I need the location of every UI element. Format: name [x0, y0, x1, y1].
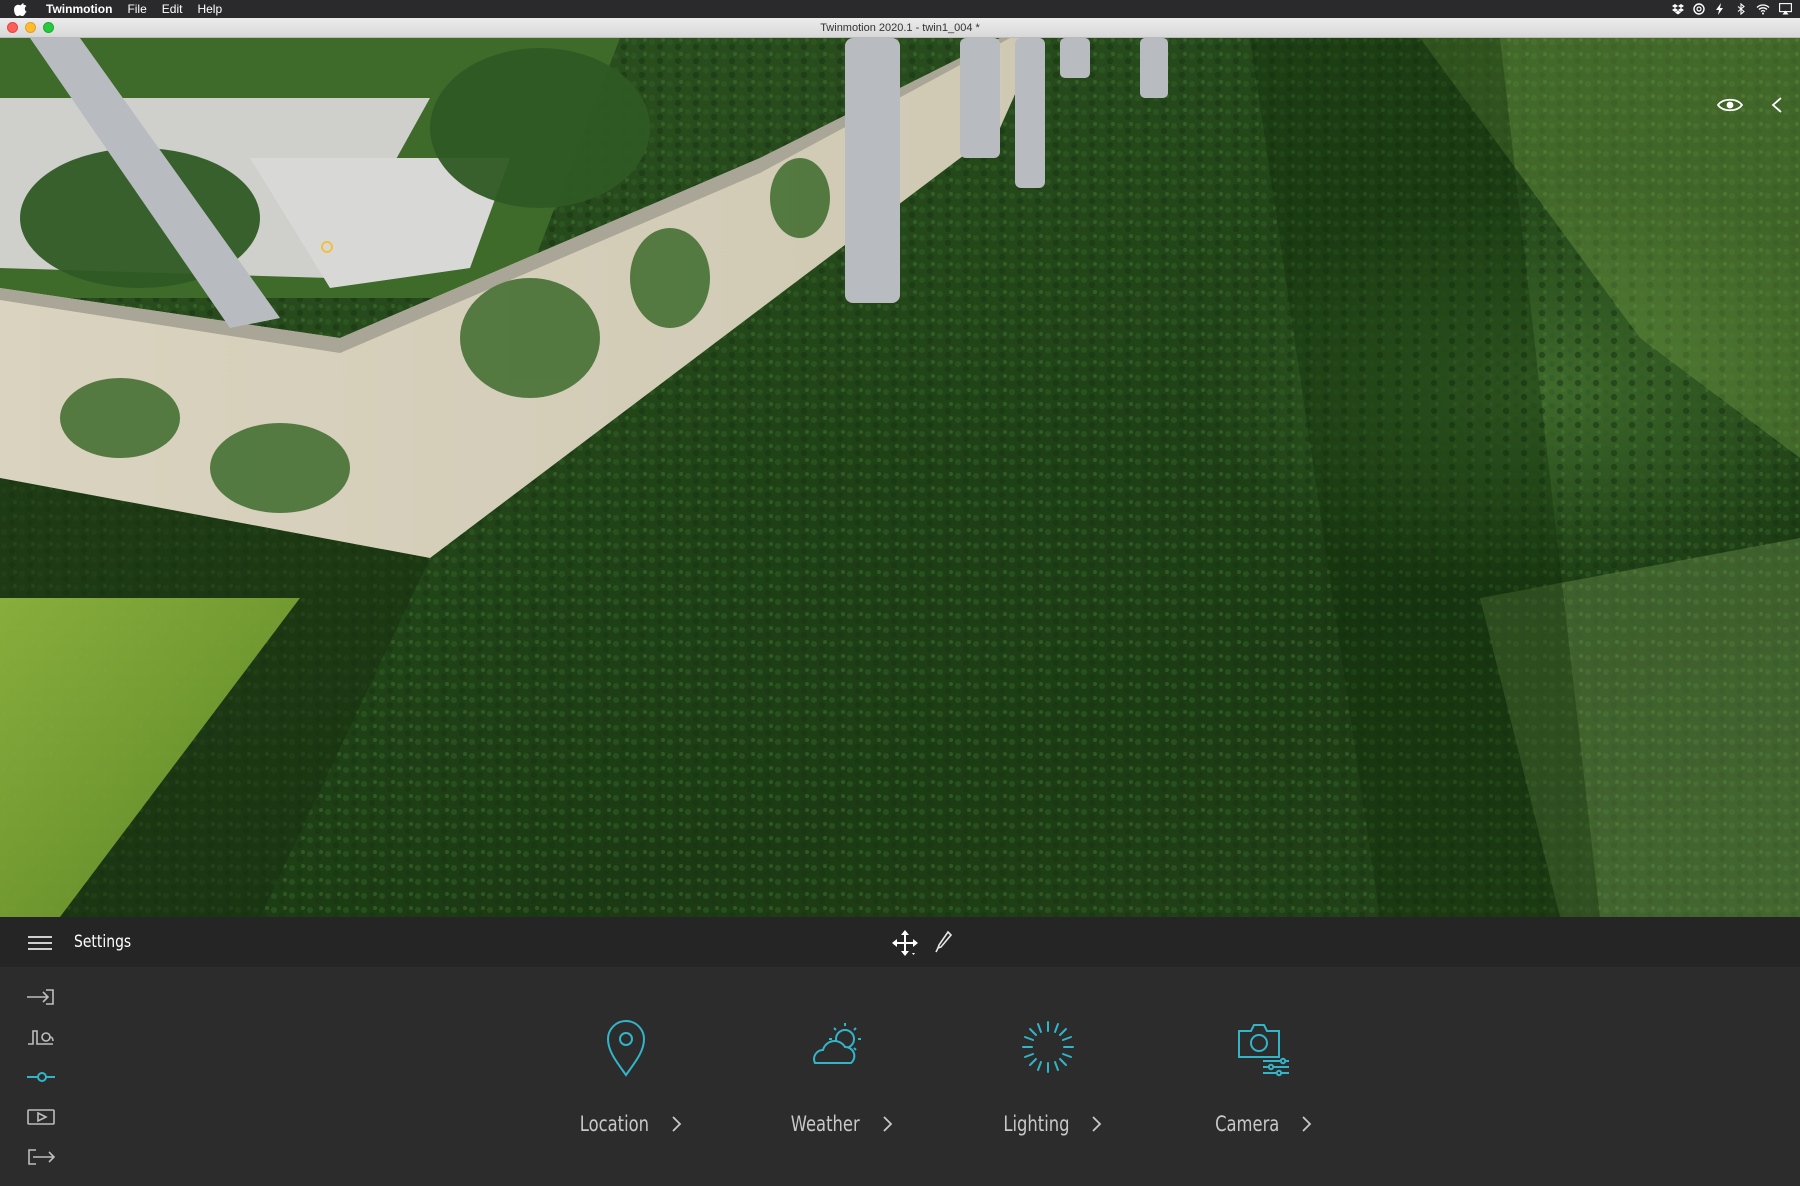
- weather-label: Weather: [790, 1112, 860, 1136]
- lighting-label-row: Lighting: [948, 1109, 1148, 1139]
- location-label: Location: [579, 1112, 649, 1136]
- camera-label-row: Camera: [1159, 1109, 1359, 1139]
- eyedropper-icon[interactable]: [935, 930, 953, 954]
- chevron-right-icon: [1092, 1116, 1102, 1132]
- lighting-card[interactable]: Lighting: [948, 1017, 1148, 1157]
- window-controls: [7, 22, 54, 33]
- settings-cards: Location Weather Lighting Camera: [0, 967, 1800, 1186]
- minimize-window-button[interactable]: [25, 22, 36, 33]
- location-label-row: Location: [526, 1109, 726, 1139]
- panel-title: Settings: [74, 932, 132, 952]
- toolbar: Settings: [0, 917, 1800, 967]
- camera-icon: [1238, 1024, 1289, 1077]
- settings-panel: Location Weather Lighting Camera: [0, 967, 1800, 1186]
- menu-bar: Twinmotion File Edit Help: [0, 0, 1800, 18]
- maximize-window-button[interactable]: [43, 22, 54, 33]
- wifi-icon[interactable]: [1756, 3, 1770, 15]
- chevron-right-icon: [883, 1116, 893, 1132]
- airplay-icon[interactable]: [1779, 3, 1792, 15]
- dropbox-icon[interactable]: [1672, 3, 1684, 15]
- hamburger-menu-icon[interactable]: [28, 935, 52, 951]
- eye-icon[interactable]: [1716, 96, 1744, 114]
- bluetooth-icon[interactable]: [1735, 3, 1747, 15]
- menu-file[interactable]: File: [127, 0, 146, 18]
- location-pin-icon: [606, 1020, 646, 1077]
- weather-label-row: Weather: [737, 1109, 937, 1139]
- chevron-right-icon: [672, 1116, 682, 1132]
- camera-card[interactable]: Camera: [1159, 1017, 1359, 1157]
- weather-icon: [813, 1023, 861, 1064]
- status-icons: [1672, 0, 1792, 18]
- bolt-icon[interactable]: [1714, 3, 1726, 15]
- camera-label: Camera: [1214, 1112, 1280, 1136]
- apple-icon[interactable]: [14, 2, 28, 16]
- 3d-viewport[interactable]: [0, 38, 1800, 917]
- close-window-button[interactable]: [7, 22, 18, 33]
- weather-card[interactable]: Weather: [737, 1017, 937, 1157]
- scene-render: [0, 38, 1800, 917]
- location-card[interactable]: Location: [526, 1017, 726, 1157]
- window-title-bar: Twinmotion 2020.1 - twin1_004 *: [0, 18, 1800, 38]
- move-icon[interactable]: [891, 929, 919, 957]
- chevron-right-icon: [1302, 1116, 1312, 1132]
- creative-cloud-icon[interactable]: [1693, 3, 1705, 15]
- window-title: Twinmotion 2020.1 - twin1_004 *: [820, 22, 980, 34]
- lighting-icon: [1022, 1021, 1074, 1073]
- collapse-panel-icon[interactable]: [1770, 96, 1784, 114]
- menu-help[interactable]: Help: [197, 0, 222, 18]
- menu-app-name[interactable]: Twinmotion: [46, 0, 112, 18]
- lighting-label: Lighting: [1002, 1112, 1070, 1136]
- menu-edit[interactable]: Edit: [162, 0, 183, 18]
